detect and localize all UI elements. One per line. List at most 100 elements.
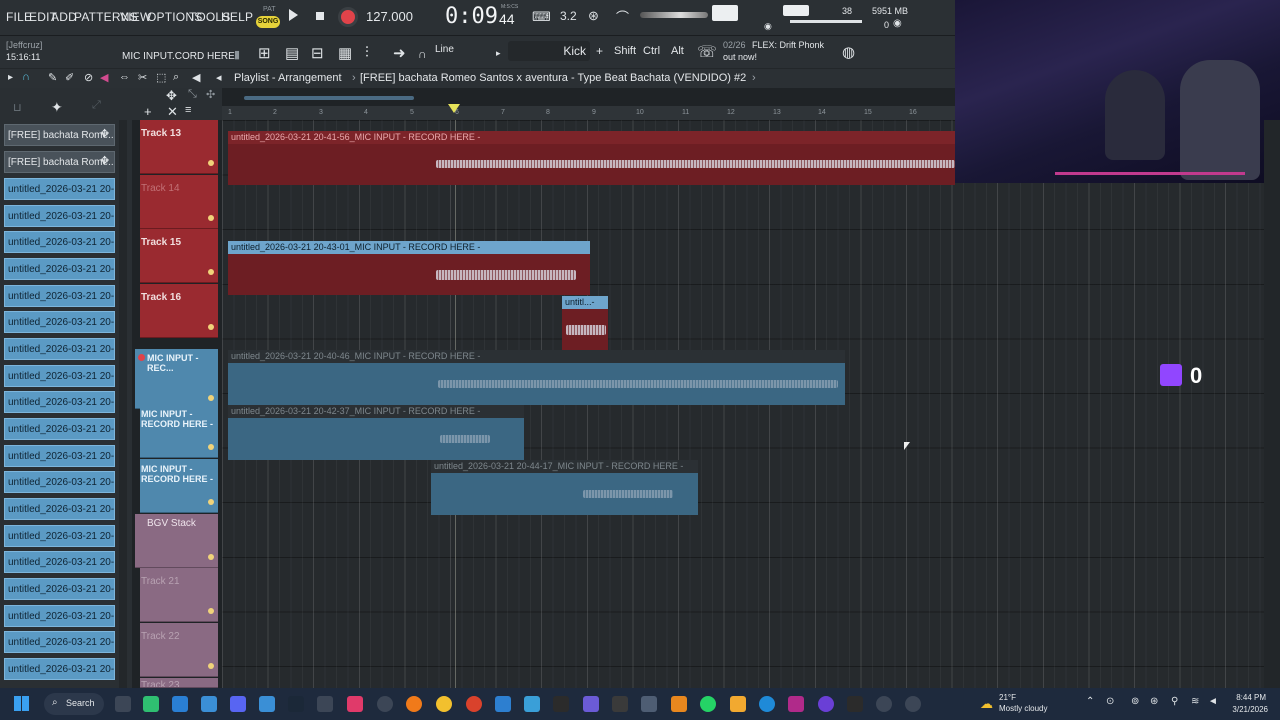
track-header[interactable]: Track 23 (140, 678, 218, 688)
picker-item[interactable]: untitled_2026-03-21 20-... (4, 258, 115, 280)
picker-item[interactable]: untitled_2026-03-21 20-... (4, 445, 115, 467)
time-display[interactable]: 0:09 (445, 4, 498, 29)
picker-item[interactable]: [FREE] bachata Rome... (4, 124, 115, 146)
move-icon[interactable]: ✥ (166, 88, 177, 104)
media-player-icon[interactable] (905, 696, 921, 712)
step-icon[interactable]: 3.2 (560, 9, 577, 23)
track-status-dot[interactable] (208, 608, 214, 614)
audio-clip[interactable]: untitl...- (562, 296, 608, 350)
photos-icon[interactable] (201, 696, 217, 712)
picker-item[interactable]: [FREE] bachata Rome... (4, 151, 115, 173)
eye-icon[interactable]: ◉ (764, 21, 772, 32)
alt-key-button[interactable]: Alt (671, 45, 684, 57)
track-header[interactable]: MIC INPUT - RECORD HERE - (140, 459, 218, 513)
mute-tool-icon[interactable]: ◀ (100, 71, 108, 84)
automation-icon[interactable]: ⤢ (92, 99, 101, 112)
audio-clip-icon[interactable]: ✦ (51, 99, 63, 116)
track-header[interactable]: MIC INPUT - RECORD HERE - (140, 404, 218, 458)
picker-item[interactable]: untitled_2026-03-21 20-... (4, 205, 115, 227)
app-icon[interactable] (612, 696, 628, 712)
online-icon[interactable]: ◍ (842, 43, 855, 61)
track-status-dot[interactable] (208, 444, 214, 450)
track-header[interactable]: Track 13 (140, 120, 218, 174)
chatgpt-icon[interactable] (377, 696, 393, 712)
track-header[interactable]: Track 21 (140, 568, 218, 622)
weather-desc[interactable]: Mostly cloudy (999, 704, 1047, 713)
lock-icon[interactable]: ▮ (234, 48, 240, 61)
steam-icon[interactable] (288, 696, 304, 712)
taskbar-search[interactable]: ⌕ Search (44, 693, 104, 715)
playhead-marker[interactable] (448, 104, 460, 113)
horizontal-scrollbar[interactable] (244, 96, 414, 100)
picker-item[interactable]: untitled_2026-03-21 20-... (4, 525, 115, 547)
playlist-menu-icon[interactable]: ▸ (8, 72, 13, 83)
chevron-up-icon[interactable]: ⌃ (1086, 696, 1094, 707)
audio-clip[interactable]: untitled_2026-03-21 20-43-01_MIC INPUT -… (228, 241, 590, 295)
app-icon[interactable] (466, 696, 482, 712)
tray-icon[interactable]: ⊚ (1131, 696, 1139, 707)
track-header[interactable]: BGV Stack (135, 514, 218, 568)
track-status-dot[interactable] (208, 499, 214, 505)
magnet-icon[interactable]: ∩ (418, 47, 427, 61)
track-header[interactable]: Track 14 (140, 175, 218, 229)
audio-clip[interactable]: untitled_2026-03-21 20-44-17_MIC INPUT -… (431, 460, 698, 515)
picker-item[interactable]: untitled_2026-03-21 20-... (4, 285, 115, 307)
playback-tool-icon[interactable]: ◀ (192, 71, 200, 84)
epic-icon[interactable] (317, 696, 333, 712)
slice-tool-icon[interactable]: ✂ (138, 71, 147, 84)
microphone-icon[interactable]: ⚲ (1171, 696, 1178, 707)
picker-item[interactable]: untitled_2026-03-21 20-... (4, 551, 115, 573)
picker-icon[interactable]: ⊔ (13, 101, 22, 114)
picker-item[interactable]: untitled_2026-03-21 20-... (4, 471, 115, 493)
picker-item[interactable]: untitled_2026-03-21 20-... (4, 391, 115, 413)
picker-item[interactable]: untitled_2026-03-21 20-... (4, 498, 115, 520)
news-icon[interactable]: ☏ (697, 42, 717, 62)
taskbar-date[interactable]: 3/21/2026 (1222, 705, 1268, 714)
arrow-right-icon[interactable]: ➜ (393, 44, 406, 62)
app-icon[interactable] (259, 696, 275, 712)
app-icon[interactable] (788, 696, 804, 712)
weather-icon[interactable]: ☁ (980, 696, 993, 712)
picker-item[interactable]: untitled_2026-03-21 20-... (4, 658, 115, 680)
speaker-icon[interactable]: ◂ (216, 71, 222, 84)
news-headline[interactable]: FLEX: Drift Phonk (752, 40, 824, 50)
track-header[interactable]: Track 15 (140, 229, 218, 283)
capcut-icon[interactable] (553, 696, 569, 712)
record-button[interactable] (338, 7, 358, 27)
picker-item[interactable]: untitled_2026-03-21 20-... (4, 178, 115, 200)
picker-item[interactable]: untitled_2026-03-21 20-... (4, 605, 115, 627)
tray-icon[interactable]: ⊛ (1150, 696, 1158, 707)
app-icon[interactable] (671, 696, 687, 712)
discord-icon[interactable] (230, 696, 246, 712)
app-icon[interactable] (818, 696, 834, 712)
chevron-right-icon[interactable]: ▸ (496, 48, 501, 59)
fl-studio-icon[interactable] (730, 696, 746, 712)
picker-item[interactable]: untitled_2026-03-21 20-... (4, 631, 115, 653)
picker-item[interactable]: untitled_2026-03-21 20-... (4, 578, 115, 600)
tiktok-icon[interactable] (347, 696, 363, 712)
app-icon[interactable] (524, 696, 540, 712)
task-view-icon[interactable] (115, 696, 131, 712)
picker-item[interactable]: untitled_2026-03-21 20-... (4, 311, 115, 333)
list-icon[interactable]: ≡ (185, 104, 191, 116)
zoom-tool-icon[interactable]: ⌕ (173, 71, 179, 84)
chrome-icon[interactable] (436, 696, 452, 712)
shift-key-button[interactable]: Shift (614, 45, 636, 57)
close-icon[interactable]: ✕ (167, 104, 178, 120)
pin-icon[interactable]: ✣ (206, 88, 215, 101)
news-subline[interactable]: out now! (723, 52, 757, 62)
slip-tool-icon[interactable]: ⇔ (119, 71, 130, 83)
firefox-icon[interactable] (406, 696, 422, 712)
move-icon[interactable]: ✥ (100, 154, 109, 167)
draw-tool-icon[interactable]: ✎ (48, 71, 57, 84)
taskbar-clock[interactable]: 8:44 PM (1226, 693, 1266, 702)
audio-clip[interactable]: untitled_2026-03-21 20-41-56_MIC INPUT -… (228, 131, 955, 185)
metronome-icon[interactable]: ⌒ (616, 7, 629, 26)
track-status-dot[interactable] (208, 269, 214, 275)
app-icon[interactable] (876, 696, 892, 712)
eye-icon[interactable]: ◉ (893, 18, 902, 29)
track-status-dot[interactable] (208, 324, 214, 330)
track-header[interactable]: MIC INPUT - REC... (135, 349, 218, 409)
app-icon[interactable] (143, 696, 159, 712)
timeline-ruler[interactable]: 1 2 3 4 5 6 7 8 9 10 11 12 13 14 15 16 (222, 106, 955, 120)
